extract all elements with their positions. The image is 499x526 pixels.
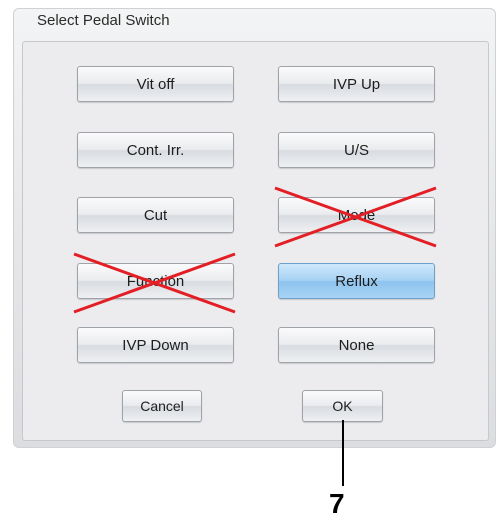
option-mode-button[interactable]: Mode	[274, 186, 437, 248]
option-label: Reflux	[335, 272, 378, 290]
option-label: None	[338, 336, 375, 354]
callout-number: 7	[329, 488, 345, 519]
option-label: Cont. Irr.	[126, 141, 185, 159]
option-label: Function	[126, 272, 185, 290]
option-function-button[interactable]: Function	[73, 252, 236, 314]
option-label: Cut	[143, 206, 168, 224]
option-cont-irr-button[interactable]: Cont. Irr.	[77, 132, 234, 168]
option-label: Vit off	[136, 75, 175, 93]
option-us-button[interactable]: U/S	[278, 132, 435, 168]
option-label: IVP Up	[332, 75, 381, 93]
option-label: Mode	[337, 206, 376, 224]
option-label: IVP Down	[122, 336, 189, 354]
option-vit-off-button[interactable]: Vit off	[77, 66, 234, 102]
ok-button[interactable]: OK	[302, 390, 383, 422]
callout-line	[342, 420, 344, 486]
option-reflux-button[interactable]: Reflux	[278, 263, 435, 299]
option-none-button[interactable]: None	[278, 327, 435, 363]
option-ivp-down-button[interactable]: IVP Down	[77, 327, 234, 363]
option-cut-button[interactable]: Cut	[77, 197, 234, 233]
option-ivp-up-button[interactable]: IVP Up	[278, 66, 435, 102]
option-label: U/S	[343, 141, 369, 159]
dialog-title: Select Pedal Switch	[37, 12, 170, 29]
cancel-button[interactable]: Cancel	[122, 390, 202, 422]
